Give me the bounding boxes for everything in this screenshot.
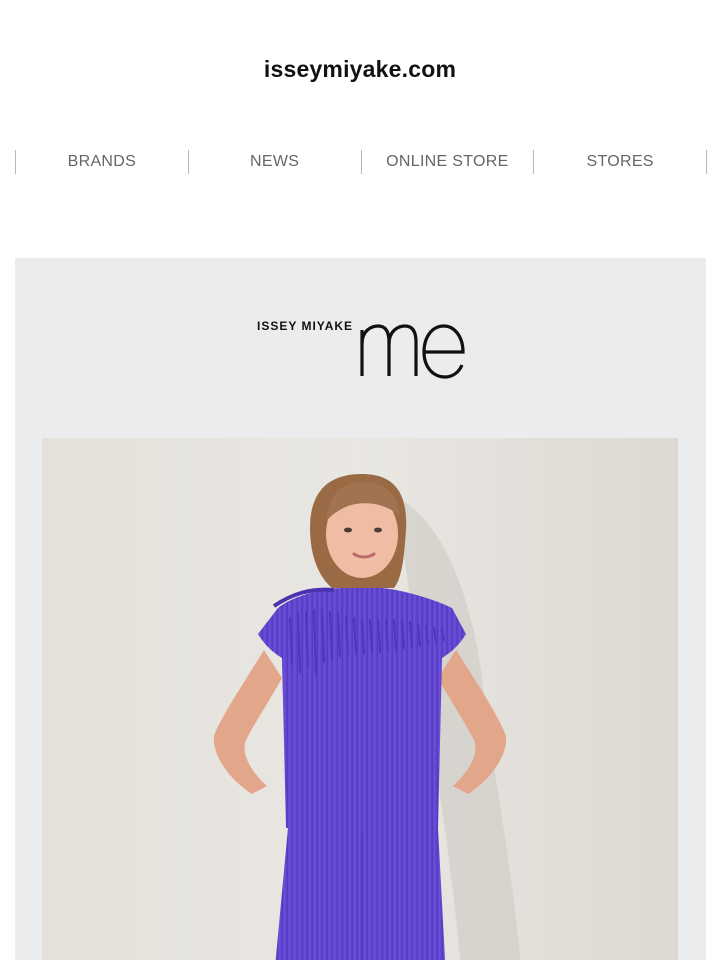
nav-item-brands[interactable]: BRANDS [16, 150, 189, 174]
brand-wordmark: ISSEY MIYAKE [257, 319, 354, 333]
hero-image[interactable] [42, 438, 678, 960]
brand-section: ISSEY MIYAKE [15, 258, 706, 960]
nav-item-online-store[interactable]: ONLINE STORE [362, 150, 535, 174]
brand-logo-link[interactable]: ISSEY MIYAKE [15, 314, 706, 384]
main-nav: BRANDS NEWS ONLINE STORE STORES [15, 150, 707, 174]
email-page: isseymiyake.com BRANDS NEWS ONLINE STORE… [0, 0, 720, 960]
me-logo-icon [359, 314, 469, 385]
nav-item-stores[interactable]: STORES [534, 150, 707, 174]
nav-item-news[interactable]: NEWS [189, 150, 362, 174]
site-title-link[interactable]: isseymiyake.com [0, 56, 720, 83]
